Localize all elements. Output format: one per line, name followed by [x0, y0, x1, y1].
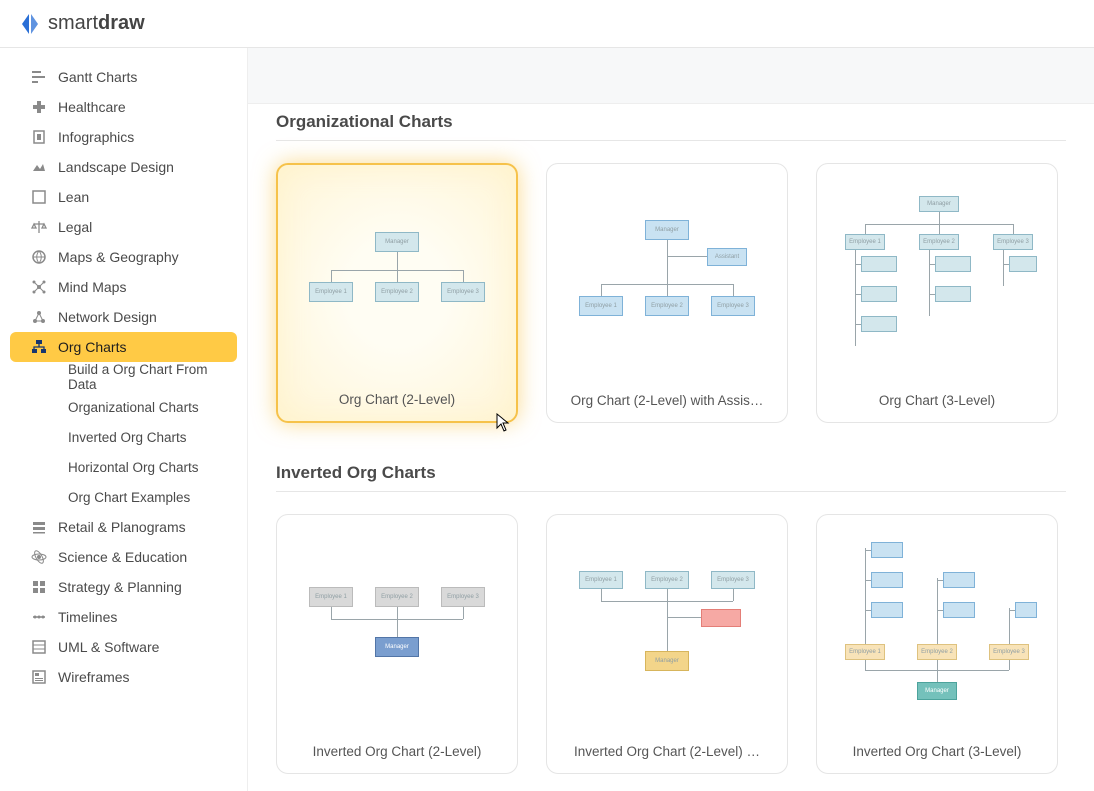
sidebar-item-maps-geography[interactable]: Maps & Geography: [10, 242, 237, 272]
template-card-inverted-3-level[interactable]: Employee 1 Employee 2 Employee 3 Manager…: [816, 514, 1058, 774]
sidebar-item-label: Science & Education: [58, 549, 187, 565]
template-card-org-2-level[interactable]: Manager Employee 1 Employee 2 Employee 3…: [276, 163, 518, 423]
gantt-icon: [30, 68, 48, 86]
sidebar-item-label: Org Charts: [58, 339, 126, 355]
sidebar-item-uml-software[interactable]: UML & Software: [10, 632, 237, 662]
template-gallery: Organizational Charts Manager Employee 1…: [248, 48, 1094, 791]
strategy-icon: [30, 578, 48, 596]
infographics-icon: [30, 128, 48, 146]
wireframe-icon: [30, 668, 48, 686]
sidebar-item-label: Strategy & Planning: [58, 579, 182, 595]
template-preview: Employee 1 Employee 2 Employee 3 Manager: [831, 529, 1043, 734]
smartdraw-logo-icon: [18, 12, 42, 36]
sidebar-item-org-charts[interactable]: Org Charts: [10, 332, 237, 362]
sidebar-item-label: Wireframes: [58, 669, 130, 685]
sidebar-item-label: Retail & Planograms: [58, 519, 186, 535]
inverted-org-chart-grid: Employee 1 Employee 2 Employee 3 Manager…: [276, 514, 1066, 774]
template-card-label: Inverted Org Chart (2-Level): [313, 744, 482, 759]
sidebar-sub-org-chart-examples[interactable]: Org Chart Examples: [10, 482, 237, 512]
template-preview: Employee 1 Employee 2 Employee 3 Manager: [291, 529, 503, 734]
sidebar-item-infographics[interactable]: Infographics: [10, 122, 237, 152]
lean-icon: [30, 188, 48, 206]
sidebar-item-timelines[interactable]: Timelines: [10, 602, 237, 632]
sidebar-item-label: Timelines: [58, 609, 117, 625]
sidebar-item-label: Gantt Charts: [58, 69, 137, 85]
sidebar-item-gantt-charts[interactable]: Gantt Charts: [10, 62, 237, 92]
timeline-icon: [30, 608, 48, 626]
sidebar-item-lean[interactable]: Lean: [10, 182, 237, 212]
section-divider: [276, 491, 1066, 492]
template-preview: Manager Assistant Employee 1 Employee 2 …: [561, 178, 773, 383]
sidebar-item-label: Infographics: [58, 129, 134, 145]
template-preview: Manager Employee 1 Employee 2 Employee 3: [831, 178, 1043, 383]
sidebar-item-label: Healthcare: [58, 99, 126, 115]
sidebar-sub-horizontal-org-charts[interactable]: Horizontal Org Charts: [10, 452, 237, 482]
section-title-inverted: Inverted Org Charts: [276, 463, 1066, 483]
cursor-icon: [496, 413, 510, 433]
sidebar-item-label: Landscape Design: [58, 159, 174, 175]
mindmap-icon: [30, 278, 48, 296]
network-icon: [30, 308, 48, 326]
template-preview: Employee 1 Employee 2 Employee 3 Manager: [561, 529, 773, 734]
section-divider: [276, 140, 1066, 141]
orgchart-icon: [30, 338, 48, 356]
template-card-org-3-level[interactable]: Manager Employee 1 Employee 2 Employee 3: [816, 163, 1058, 423]
sidebar-item-label: Legal: [58, 219, 92, 235]
template-card-label: Inverted Org Chart (2-Level) …: [574, 744, 760, 759]
retail-icon: [30, 518, 48, 536]
sidebar-item-label: Mind Maps: [58, 279, 126, 295]
healthcare-icon: [30, 98, 48, 116]
template-card-inverted-2-level[interactable]: Employee 1 Employee 2 Employee 3 Manager…: [276, 514, 518, 774]
sidebar-item-retail-planograms[interactable]: Retail & Planograms: [10, 512, 237, 542]
sidebar-item-strategy-planning[interactable]: Strategy & Planning: [10, 572, 237, 602]
category-sidebar: Gantt Charts Healthcare Infographics Lan…: [0, 48, 248, 791]
sidebar-item-wireframes[interactable]: Wireframes: [10, 662, 237, 692]
brand-name: smartdraw: [48, 12, 145, 35]
science-icon: [30, 548, 48, 566]
sidebar-item-science-education[interactable]: Science & Education: [10, 542, 237, 572]
sidebar-item-label: Network Design: [58, 309, 157, 325]
section-title-org: Organizational Charts: [276, 112, 1066, 132]
template-card-label: Org Chart (3-Level): [879, 393, 995, 408]
main-layout: Gantt Charts Healthcare Infographics Lan…: [0, 48, 1094, 791]
sidebar-item-network-design[interactable]: Network Design: [10, 302, 237, 332]
sidebar-item-legal[interactable]: Legal: [10, 212, 237, 242]
sidebar-item-label: Lean: [58, 189, 89, 205]
template-preview: Manager Employee 1 Employee 2 Employee 3: [292, 179, 502, 382]
uml-icon: [30, 638, 48, 656]
globe-icon: [30, 248, 48, 266]
template-card-label: Org Chart (2-Level) with Assis…: [571, 393, 764, 408]
template-card-label: Inverted Org Chart (3-Level): [853, 744, 1022, 759]
template-card-inverted-2-level-variant[interactable]: Employee 1 Employee 2 Employee 3 Manager…: [546, 514, 788, 774]
brand-logo[interactable]: smartdraw: [18, 12, 145, 36]
app-header: smartdraw: [0, 0, 1094, 48]
sidebar-item-label: Maps & Geography: [58, 249, 179, 265]
landscape-icon: [30, 158, 48, 176]
sidebar-sub-build-from-data[interactable]: Build a Org Chart From Data: [10, 362, 237, 392]
sidebar-item-label: UML & Software: [58, 639, 159, 655]
template-card-label: Org Chart (2-Level): [339, 392, 455, 407]
sidebar-sub-organizational-charts[interactable]: Organizational Charts: [10, 392, 237, 422]
sidebar-sub-inverted-org-charts[interactable]: Inverted Org Charts: [10, 422, 237, 452]
template-card-org-2-level-assistant[interactable]: Manager Assistant Employee 1 Employee 2 …: [546, 163, 788, 423]
sidebar-item-healthcare[interactable]: Healthcare: [10, 92, 237, 122]
sidebar-item-landscape-design[interactable]: Landscape Design: [10, 152, 237, 182]
sidebar-item-mind-maps[interactable]: Mind Maps: [10, 272, 237, 302]
legal-icon: [30, 218, 48, 236]
org-chart-grid: Manager Employee 1 Employee 2 Employee 3…: [276, 163, 1066, 423]
